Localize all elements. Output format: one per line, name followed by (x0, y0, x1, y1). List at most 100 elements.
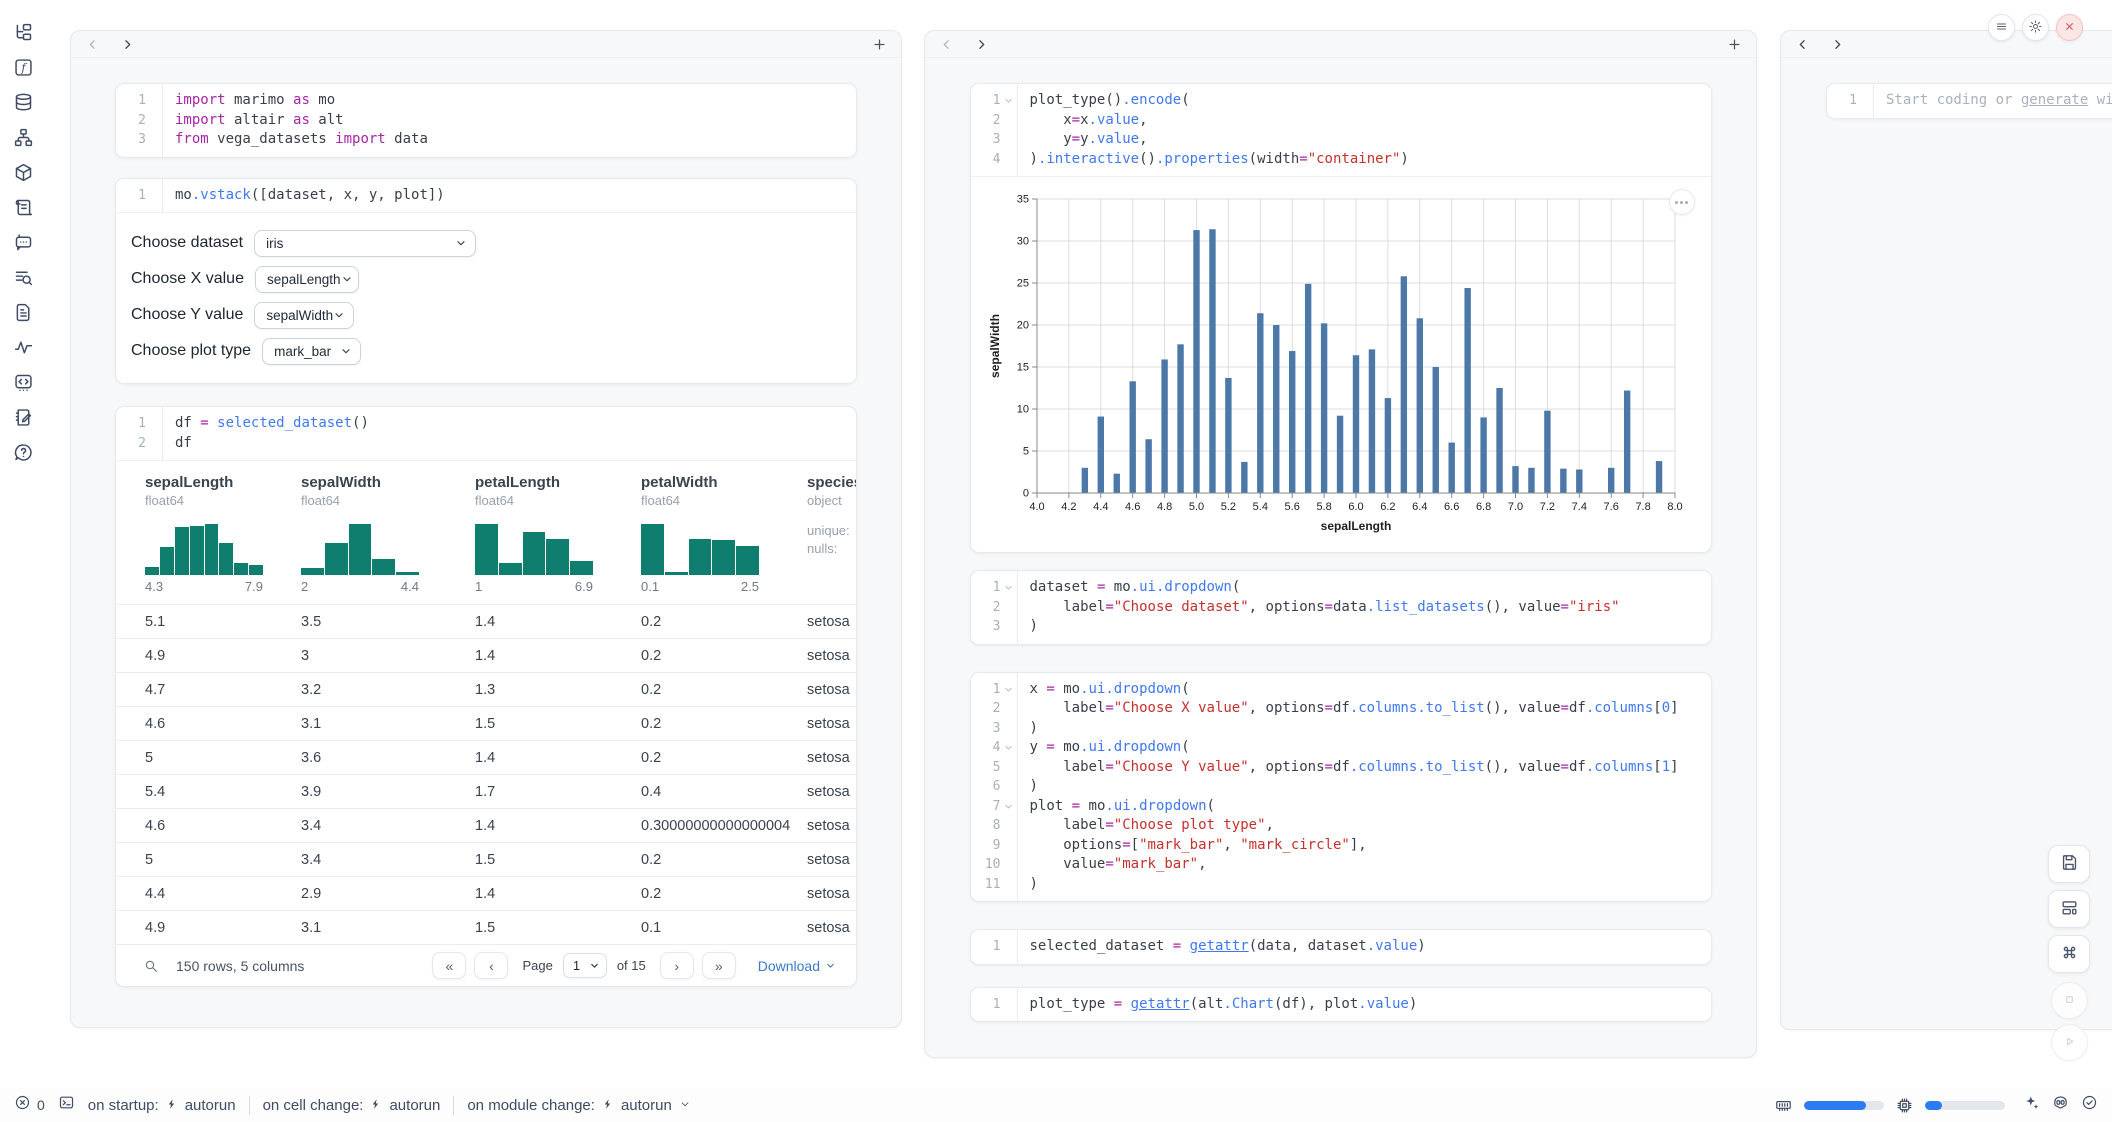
table-row: 53.41.50.2setosa (116, 842, 856, 876)
run-button[interactable] (2051, 1024, 2088, 1061)
code-line: df = selected_dataset() (162, 414, 369, 434)
table-column-header[interactable]: sepalLengthfloat644.37.9 (116, 461, 286, 604)
dropdown-row: Choose Y valuesepalWidth (131, 297, 856, 333)
histogram-bar (712, 540, 735, 575)
code-editor[interactable]: 1selected_dataset = getattr(data, datase… (971, 930, 1711, 964)
chevron-down-icon (333, 309, 345, 321)
table-cell: 3.1 (286, 911, 460, 944)
column-name: sepalLength (145, 474, 286, 491)
keyboard-shortcuts-button[interactable] (2048, 935, 2090, 973)
add-cell-icon[interactable] (872, 37, 887, 52)
download-button[interactable]: Download (758, 958, 836, 974)
terminal-button[interactable] (58, 1094, 75, 1116)
column-back-icon[interactable] (939, 37, 954, 52)
code-editor[interactable]: 1plot_type = getattr(alt.Chart(df), plot… (971, 988, 1711, 1022)
dependency-graph-icon[interactable] (13, 127, 34, 148)
bolt-icon (166, 1097, 178, 1114)
dropdown-select[interactable]: mark_bar (262, 338, 361, 365)
code-editor[interactable]: 1x = mo.ui.dropdown(2 label="Choose X va… (971, 673, 1711, 902)
table-row: 4.42.91.40.2setosa (116, 876, 856, 910)
svg-text:6.6: 6.6 (1444, 501, 1459, 513)
line-number: 6 (971, 777, 1001, 797)
scratchpad-icon[interactable] (13, 407, 34, 428)
database-icon[interactable] (13, 92, 34, 113)
code-editor[interactable]: 1df = selected_dataset()2df (116, 407, 856, 460)
generate-link[interactable]: generate (2021, 92, 2088, 108)
function-icon[interactable]: f (13, 57, 34, 78)
page-select[interactable]: 1 (563, 953, 607, 978)
column-forward-icon[interactable] (974, 37, 989, 52)
table-cell: 4.9 (116, 911, 286, 944)
chevron-down-icon (341, 273, 353, 285)
dropdown-select[interactable]: iris (254, 230, 476, 257)
search-icon[interactable] (143, 958, 159, 974)
table-column-header[interactable]: petalWidthfloat640.12.5 (626, 461, 792, 604)
package-icon[interactable] (13, 162, 34, 183)
stop-button[interactable] (2051, 982, 2088, 1019)
table-column-header[interactable]: speciesobjectunique:nulls: (792, 461, 856, 604)
help-icon[interactable] (13, 442, 34, 463)
column-forward-icon[interactable] (1830, 37, 1845, 52)
save-button[interactable] (2048, 845, 2090, 883)
shutdown-button[interactable] (2056, 14, 2083, 41)
column-back-icon[interactable] (1795, 37, 1810, 52)
row-count-summary: 150 rows, 5 columns (176, 958, 304, 974)
table-cell: 5.1 (116, 605, 286, 638)
table-row: 4.63.41.40.30000000000000004setosa (116, 808, 856, 842)
code-snippet-icon[interactable] (13, 372, 34, 393)
code-line: ) (1017, 617, 1038, 637)
line-number: 1 (971, 995, 1001, 1015)
on-module-change-setting[interactable]: on module change: autorun (467, 1097, 690, 1114)
on-module-change-label: on module change: (467, 1097, 595, 1114)
code-editor[interactable]: 1 Start coding or generate with AI (1827, 84, 2112, 118)
errors-button[interactable] (14, 1094, 31, 1116)
prev-page-button[interactable]: ‹ (474, 952, 508, 979)
last-page-button[interactable]: » (702, 952, 736, 979)
chart-actions-button[interactable] (1669, 189, 1695, 215)
line-number: 2 (971, 598, 1001, 618)
on-cell-change-setting[interactable]: on cell change: autorun (263, 1097, 441, 1114)
histogram-bar (372, 559, 395, 575)
histogram-bar (160, 547, 174, 575)
code-editor[interactable]: 1dataset = mo.ui.dropdown(2 label="Choos… (971, 571, 1711, 644)
column-meta: unique:nulls: (807, 522, 856, 558)
code-editor[interactable]: 1mo.vstack([dataset, x, y, plot]) (116, 179, 856, 213)
add-cell-icon[interactable] (1727, 37, 1742, 52)
line-number: 2 (971, 111, 1001, 131)
dropdown-select[interactable]: sepalLength (255, 266, 359, 293)
notebook-cell-plot-encode: 1plot_type().encode(2 x=x.value,3 y=y.va… (970, 83, 1712, 553)
table-column-header[interactable]: petalLengthfloat6416.9 (460, 461, 626, 604)
activity-icon[interactable] (13, 337, 34, 358)
svg-text:7.0: 7.0 (1507, 501, 1522, 513)
menu-button[interactable] (1988, 14, 2015, 41)
dropdown-select[interactable]: sepalWidth (254, 302, 354, 329)
column-forward-icon[interactable] (120, 37, 135, 52)
on-startup-setting[interactable]: on startup: autorun (88, 1097, 236, 1114)
table-column-header[interactable]: sepalWidthfloat6424.4 (286, 461, 460, 604)
code-line: import marimo as mo (162, 91, 335, 111)
file-tree-icon[interactable] (13, 22, 34, 43)
column-back-icon[interactable] (85, 37, 100, 52)
bar-chart[interactable]: 4.04.24.44.64.85.05.25.45.65.86.06.26.46… (987, 185, 1711, 542)
svg-text:5: 5 (1022, 446, 1028, 458)
settings-button[interactable] (2022, 14, 2049, 41)
ai-sparkles-button[interactable] (2023, 1094, 2040, 1116)
code-editor[interactable]: 1import marimo as mo2import altair as al… (116, 84, 856, 157)
copilot-button[interactable] (2052, 1094, 2069, 1116)
table-cell: 0.2 (626, 707, 792, 740)
svg-text:4.6: 4.6 (1125, 501, 1140, 513)
scroll-icon[interactable] (13, 197, 34, 218)
chat-bot-icon[interactable] (13, 232, 34, 253)
code-editor[interactable]: 1plot_type().encode(2 x=x.value,3 y=y.va… (971, 84, 1711, 176)
connection-status-button[interactable] (2081, 1094, 2098, 1116)
column-histogram (301, 517, 419, 575)
first-page-button[interactable]: « (432, 952, 466, 979)
histogram-bar (546, 539, 569, 575)
search-list-icon[interactable] (13, 267, 34, 288)
document-icon[interactable] (13, 302, 34, 323)
svg-text:sepalWidth: sepalWidth (988, 314, 1002, 378)
layout-button[interactable] (2048, 890, 2090, 928)
table-row: 4.93.11.50.1setosa (116, 910, 856, 944)
next-page-button[interactable]: › (660, 952, 694, 979)
on-cell-change-value: autorun (389, 1097, 440, 1114)
